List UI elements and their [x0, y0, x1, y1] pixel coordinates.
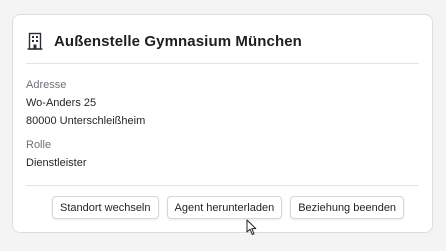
card-actions: Standort wechseln Agent herunterladen Be… [52, 196, 405, 219]
card-title: Außenstelle Gymnasium München [54, 32, 302, 50]
download-agent-button[interactable]: Agent herunterladen [166, 196, 283, 219]
role-value: Dienstleister [26, 157, 87, 169]
mouse-pointer-icon [246, 219, 257, 235]
location-card: Außenstelle Gymnasium München Adresse Wo… [12, 14, 433, 233]
address-street: Wo-Anders 25 [26, 97, 97, 109]
building-icon [27, 32, 43, 50]
header-divider [26, 63, 419, 64]
footer-divider [26, 185, 419, 186]
address-city: 80000 Unterschleißheim [26, 115, 146, 127]
card-header: Außenstelle Gymnasium München [27, 30, 302, 52]
end-relationship-button[interactable]: Beziehung beenden [290, 196, 405, 219]
role-label: Rolle [26, 139, 52, 151]
address-label: Adresse [26, 79, 67, 91]
switch-location-button[interactable]: Standort wechseln [52, 196, 159, 219]
